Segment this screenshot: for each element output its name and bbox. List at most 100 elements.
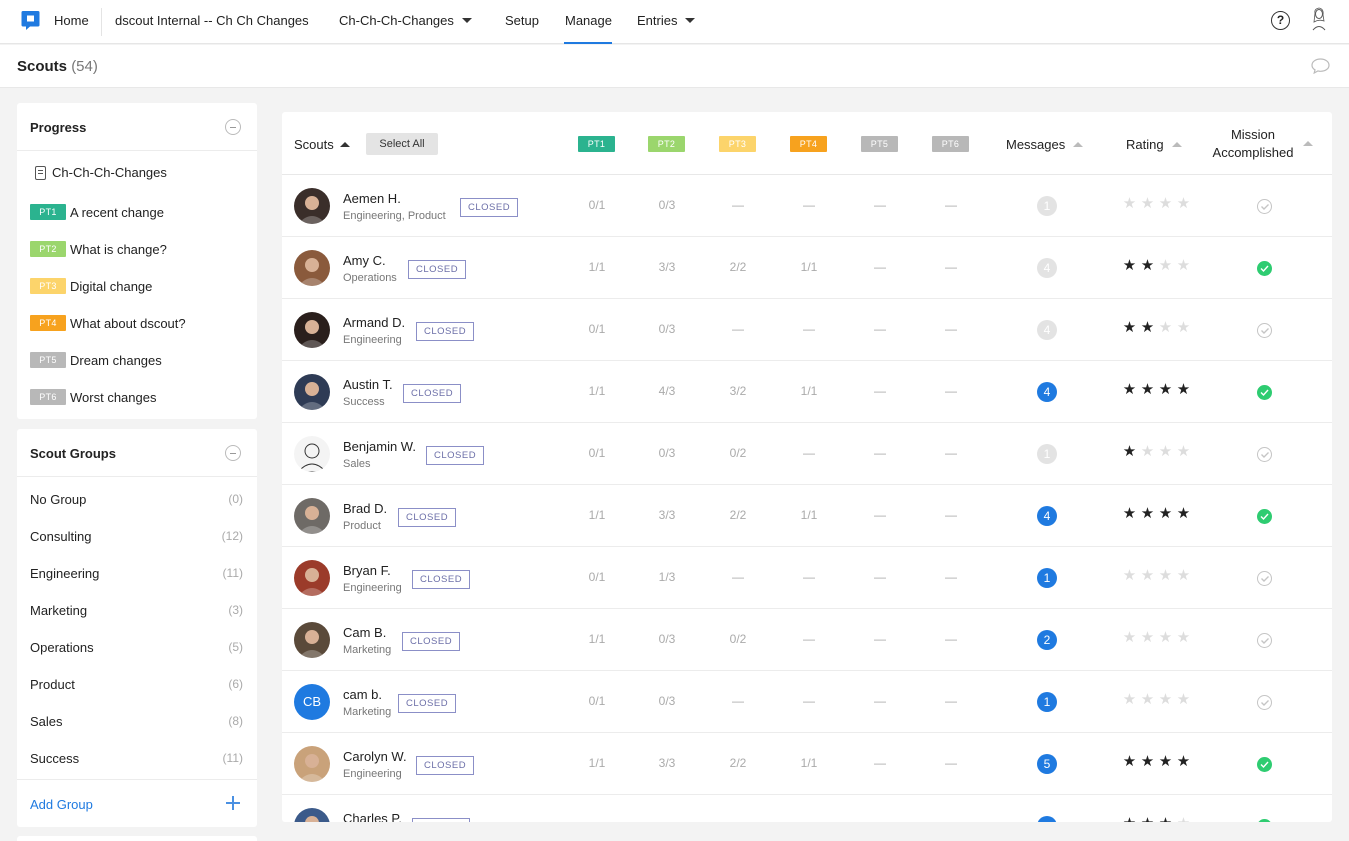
star-icon[interactable]: ★ xyxy=(1140,753,1155,771)
star-icon[interactable]: ★ xyxy=(1158,567,1173,585)
user-avatar-icon[interactable] xyxy=(1310,7,1328,31)
add-group-link[interactable]: Add Group xyxy=(30,797,93,812)
scout-row[interactable]: Bryan F. Engineering CLOSED 0/1 1/3— — — —1 ★ ★ ★ ★ xyxy=(282,547,1332,609)
scout-row[interactable]: Austin T. Success CLOSED 1/1 4/3 3/2 1/1— —4 ★ ★ ★… xyxy=(282,361,1332,423)
message-count-badge[interactable]: 5 xyxy=(1037,754,1057,774)
star-icon[interactable]: ★ xyxy=(1158,505,1173,523)
progress-part-item[interactable]: PT2 What is change? xyxy=(30,241,167,257)
star-icon[interactable]: ★ xyxy=(1176,629,1191,647)
star-icon[interactable]: ★ xyxy=(1176,257,1191,275)
progress-part-item[interactable]: PT6 Worst changes xyxy=(30,389,156,405)
avatar[interactable]: CB xyxy=(294,684,330,720)
star-icon[interactable]: ★ xyxy=(1158,815,1173,822)
nav-setup[interactable]: Setup xyxy=(505,13,539,28)
message-count-badge[interactable]: 4 xyxy=(1037,258,1057,278)
empty-check-icon[interactable] xyxy=(1257,633,1272,648)
scout-row[interactable]: Charles P.CLOSED★★★★ xyxy=(282,795,1332,822)
scout-name[interactable]: Aemen H. xyxy=(343,191,401,206)
empty-check-icon[interactable] xyxy=(1257,571,1272,586)
message-count-badge[interactable]: 4 xyxy=(1037,382,1057,402)
nav-entries-dropdown[interactable]: Entries xyxy=(637,13,696,28)
star-icon[interactable]: ★ xyxy=(1140,195,1155,213)
chat-bubble-icon[interactable] xyxy=(1311,58,1330,74)
progress-part-item[interactable]: PT1 A recent change xyxy=(30,204,164,220)
group-item[interactable]: Product (6) xyxy=(17,665,257,702)
rating-stars[interactable]: ★★★★ xyxy=(1122,753,1191,771)
message-count-badge[interactable]: 4 xyxy=(1037,320,1057,340)
scout-row[interactable]: Carolyn W. Engineering CLOSED 1/1 3/3 2/2 1/1 —… xyxy=(282,733,1332,795)
progress-part-item[interactable]: PT4 What about dscout? xyxy=(30,315,186,331)
avatar[interactable] xyxy=(294,436,330,472)
group-item[interactable]: Sales (8) xyxy=(17,702,257,739)
mission-item[interactable]: Ch-Ch-Ch-Changes xyxy=(35,165,167,180)
scout-row[interactable]: Armand D. Engineering CLOSED 0/1 0/3— — — —4 ★ ★ ★… xyxy=(282,299,1332,361)
col-part-header[interactable]: PT1 xyxy=(578,136,615,152)
avatar[interactable] xyxy=(294,250,330,286)
star-icon[interactable]: ★ xyxy=(1158,381,1173,399)
star-icon[interactable]: ★ xyxy=(1122,815,1137,822)
nav-manage[interactable]: Manage xyxy=(565,13,612,28)
star-icon[interactable]: ★ xyxy=(1140,443,1155,461)
star-icon[interactable]: ★ xyxy=(1158,443,1173,461)
star-icon[interactable]: ★ xyxy=(1158,195,1173,213)
scout-name[interactable]: Charles P. xyxy=(343,811,402,822)
check-circle-icon[interactable] xyxy=(1257,819,1272,822)
col-part-header[interactable]: PT3 xyxy=(719,136,756,152)
scout-name[interactable]: cam b. xyxy=(343,687,382,702)
collapse-icon[interactable] xyxy=(225,119,241,135)
star-icon[interactable]: ★ xyxy=(1158,319,1173,337)
star-icon[interactable]: ★ xyxy=(1122,629,1137,647)
rating-stars[interactable]: ★★★★ xyxy=(1122,195,1191,213)
star-icon[interactable]: ★ xyxy=(1158,691,1173,709)
star-icon[interactable]: ★ xyxy=(1158,753,1173,771)
rating-stars[interactable]: ★★★★ xyxy=(1122,381,1191,399)
avatar[interactable] xyxy=(294,808,330,822)
rating-stars[interactable]: ★★★★ xyxy=(1122,691,1191,709)
scout-row[interactable]: Aemen H. Engineering, Product CLOSED 0/1 0/3… xyxy=(282,175,1332,237)
star-icon[interactable]: ★ xyxy=(1122,753,1137,771)
check-circle-icon[interactable] xyxy=(1257,261,1272,276)
group-item[interactable]: Success (11) xyxy=(17,739,257,776)
nav-mission-dropdown[interactable]: Ch-Ch-Ch-Changes xyxy=(339,13,472,28)
avatar[interactable] xyxy=(294,622,330,658)
star-icon[interactable]: ★ xyxy=(1176,319,1191,337)
avatar[interactable] xyxy=(294,188,330,224)
col-part-header[interactable]: PT6 xyxy=(932,136,969,152)
collapse-icon[interactable] xyxy=(225,445,241,461)
star-icon[interactable]: ★ xyxy=(1140,629,1155,647)
avatar[interactable] xyxy=(294,560,330,596)
progress-part-item[interactable]: PT5 Dream changes xyxy=(30,352,162,368)
rating-stars[interactable]: ★★★★ xyxy=(1122,319,1191,337)
star-icon[interactable]: ★ xyxy=(1140,381,1155,399)
nav-workspace[interactable]: dscout Internal -- Ch Ch Changes xyxy=(115,13,309,28)
rating-stars[interactable]: ★★★★ xyxy=(1122,257,1191,275)
nav-home[interactable]: Home xyxy=(54,13,89,28)
star-icon[interactable]: ★ xyxy=(1158,257,1173,275)
group-item[interactable]: Consulting (12) xyxy=(17,517,257,554)
star-icon[interactable]: ★ xyxy=(1140,505,1155,523)
check-circle-icon[interactable] xyxy=(1257,509,1272,524)
star-icon[interactable]: ★ xyxy=(1122,319,1137,337)
sort-icon[interactable] xyxy=(1303,141,1313,146)
help-icon[interactable]: ? xyxy=(1271,11,1290,30)
col-part-header[interactable]: PT5 xyxy=(861,136,898,152)
star-icon[interactable]: ★ xyxy=(1122,381,1137,399)
sort-messages-header[interactable]: Messages xyxy=(1006,137,1084,152)
star-icon[interactable]: ★ xyxy=(1176,381,1191,399)
empty-check-icon[interactable] xyxy=(1257,695,1272,710)
star-icon[interactable]: ★ xyxy=(1176,443,1191,461)
star-icon[interactable]: ★ xyxy=(1140,691,1155,709)
avatar[interactable] xyxy=(294,746,330,782)
message-count-badge[interactable]: 1 xyxy=(1037,196,1057,216)
rating-stars[interactable]: ★★★★ xyxy=(1122,443,1191,461)
message-count-badge[interactable]: 1 xyxy=(1037,444,1057,464)
star-icon[interactable]: ★ xyxy=(1176,815,1191,822)
star-icon[interactable]: ★ xyxy=(1122,505,1137,523)
star-icon[interactable]: ★ xyxy=(1176,753,1191,771)
progress-part-item[interactable]: PT3 Digital change xyxy=(30,278,152,294)
star-icon[interactable]: ★ xyxy=(1176,691,1191,709)
scout-name[interactable]: Benjamin W. xyxy=(343,439,416,454)
avatar[interactable] xyxy=(294,374,330,410)
star-icon[interactable]: ★ xyxy=(1140,319,1155,337)
rating-stars[interactable]: ★★★★ xyxy=(1122,567,1191,585)
